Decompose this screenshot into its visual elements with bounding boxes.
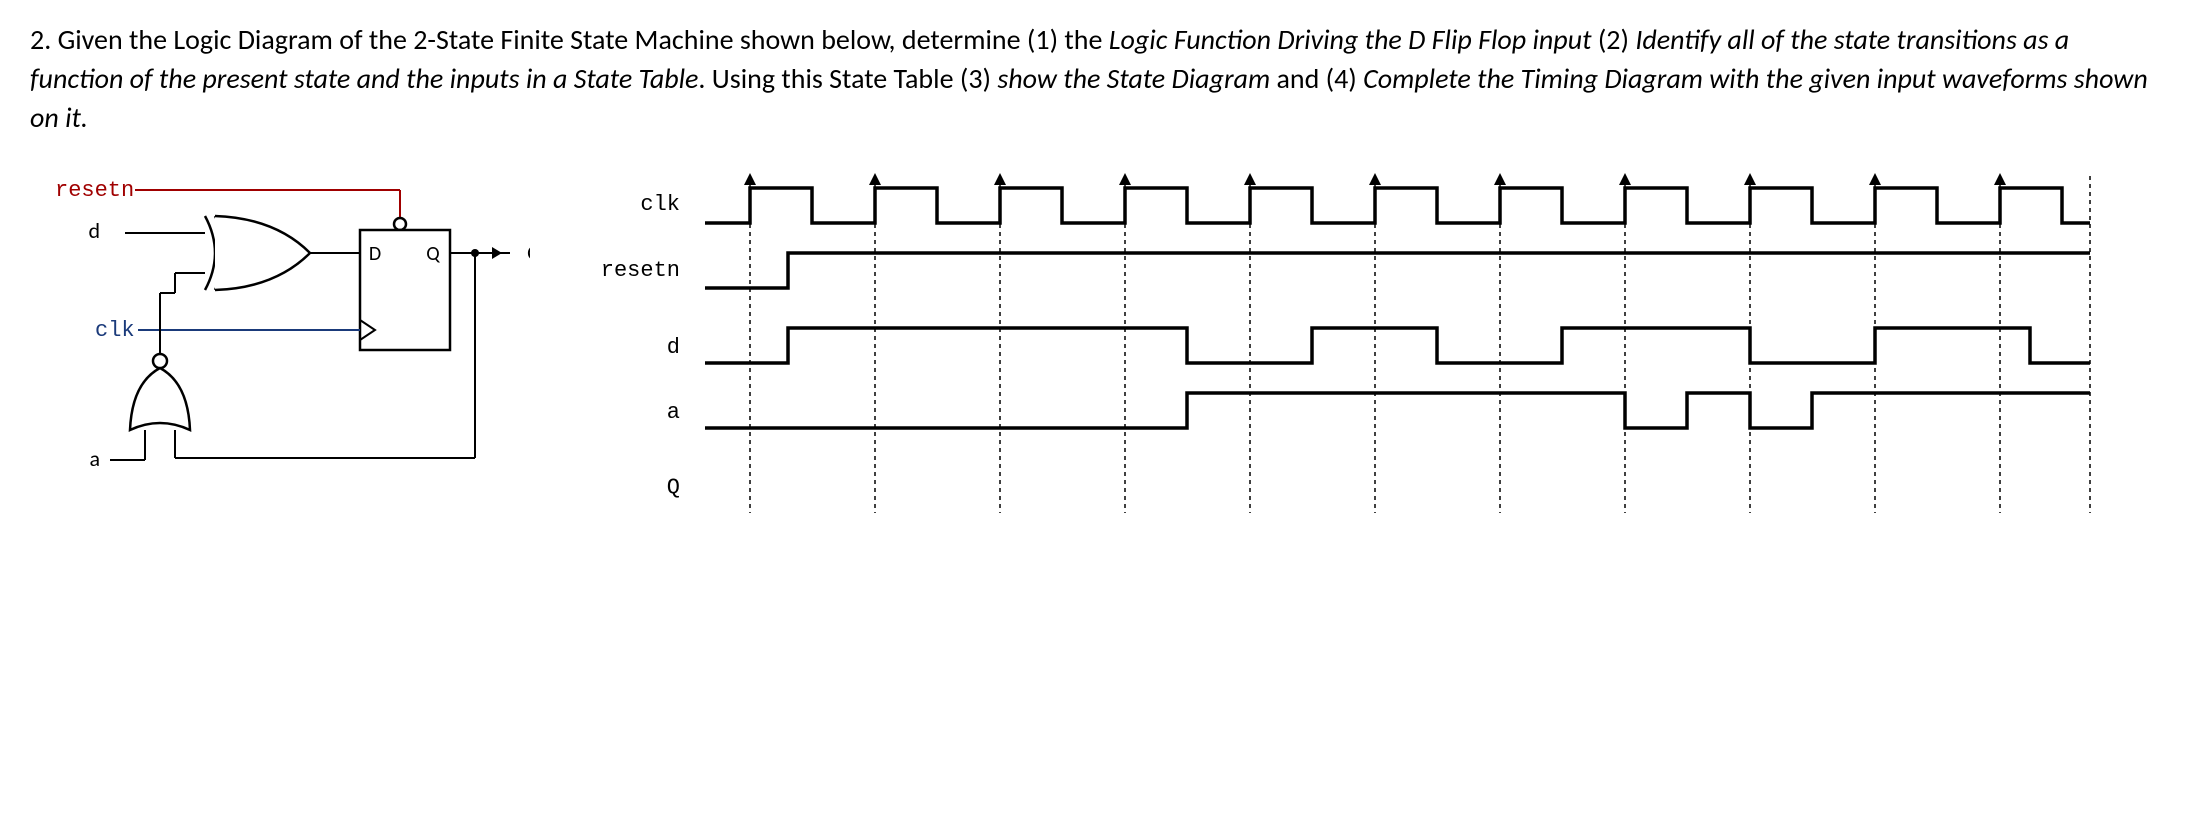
nor-gate	[130, 354, 190, 430]
d-label: d	[88, 217, 100, 244]
q-number: 2.	[30, 22, 58, 57]
q-arrow	[492, 247, 502, 259]
q-mid3: and (4)	[1270, 61, 1363, 96]
xor-gate	[205, 216, 310, 290]
clk-label: clk	[95, 318, 135, 343]
timing-a-label: a	[667, 400, 680, 425]
q-part1: Logic Function Driving the D Flip Flop i…	[1109, 22, 1592, 57]
timing-diagram: clk resetn d a Q	[590, 168, 2110, 536]
q-mid2: . Using this State Table (3)	[698, 61, 997, 96]
q-lead: Given the Logic Diagram of the 2-State F…	[58, 22, 1109, 57]
timing-d-label: d	[667, 335, 680, 360]
Q-output-label: Q	[527, 239, 530, 266]
resetn-label: resetn	[55, 178, 134, 203]
q-mid1: (2)	[1591, 22, 1635, 57]
a-label: a	[89, 445, 100, 472]
timing-Q-label: Q	[667, 475, 680, 500]
d-wave	[705, 328, 2090, 363]
figures-row: resetn d D Q clk	[30, 168, 2156, 536]
q-part3: show the State Diagram	[997, 61, 1270, 96]
a-wave	[705, 393, 2090, 428]
resetn-wave	[705, 253, 2090, 288]
ff-Q-label: Q	[426, 242, 440, 266]
question-text: 2. Given the Logic Diagram of the 2-Stat…	[30, 20, 2156, 138]
logic-diagram: resetn d D Q clk	[30, 168, 530, 506]
clk-wave	[705, 188, 2090, 223]
resetn-bubble	[394, 218, 406, 230]
timing-resetn-label: resetn	[601, 258, 680, 283]
timing-clk-label: clk	[640, 192, 680, 217]
ff-D-label: D	[369, 242, 381, 266]
